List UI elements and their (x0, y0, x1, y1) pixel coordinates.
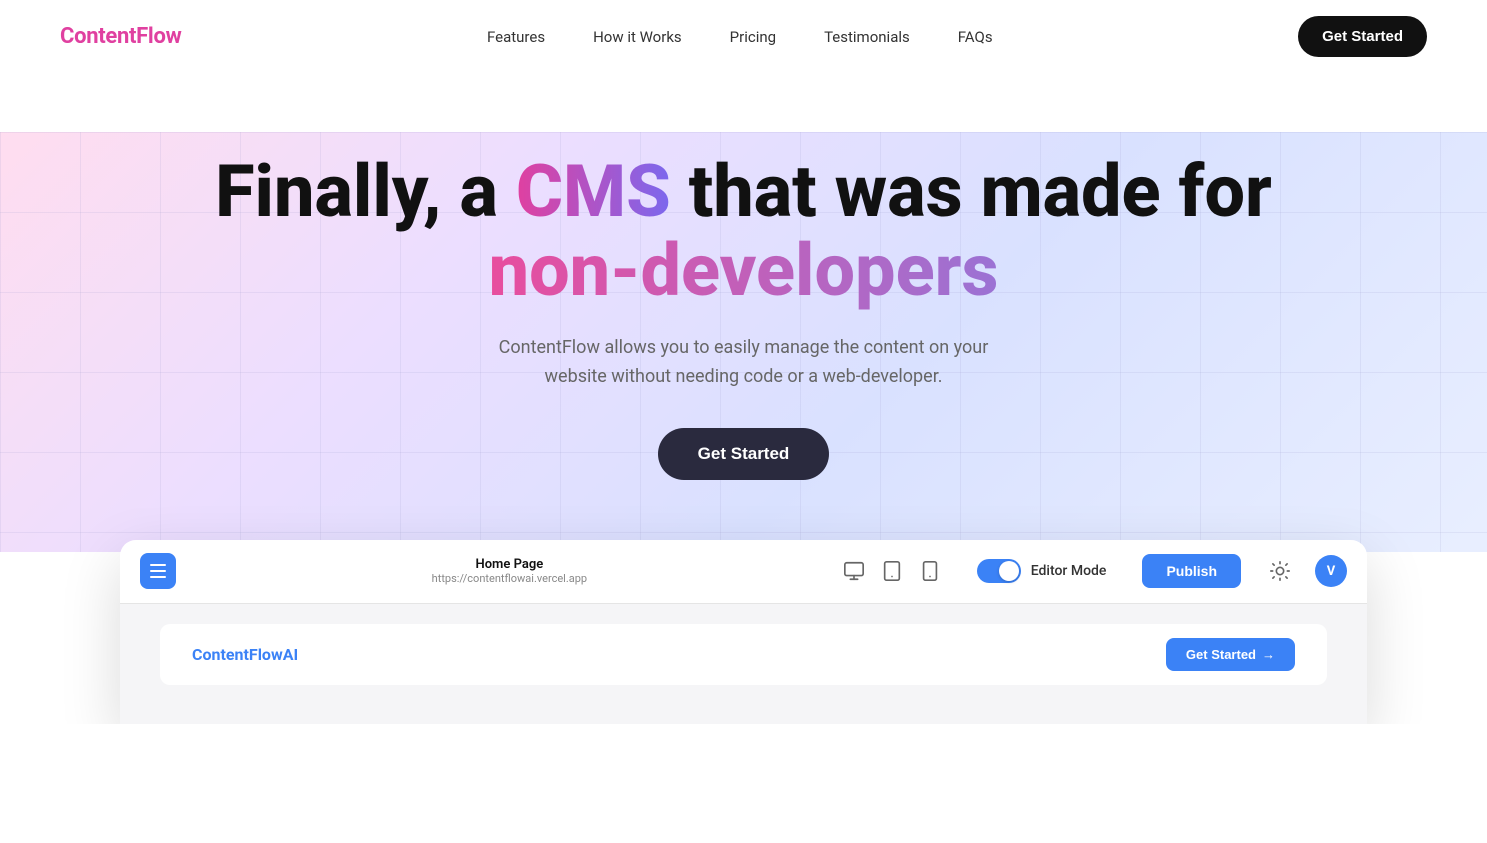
inner-cta-arrow: → (1262, 647, 1275, 662)
hero-title-prefix: Finally, a (215, 149, 516, 234)
navbar: ContentFlow Features How it Works Pricin… (0, 0, 1487, 72)
nav-item-faqs[interactable]: FAQs (958, 28, 993, 46)
inner-logo-highlight: AI (283, 645, 298, 664)
inner-cta-button[interactable]: Get Started → (1166, 638, 1295, 671)
mobile-icon[interactable] (919, 560, 941, 582)
hero-section: Finally, a CMS that was made for non-dev… (0, 72, 1487, 724)
nav-item-testimonials[interactable]: Testimonials (824, 28, 910, 46)
cms-toolbar: Home Page https://contentflowai.vercel.a… (120, 540, 1367, 604)
desktop-icon[interactable] (843, 560, 865, 582)
hero-content: Finally, a CMS that was made for non-dev… (0, 152, 1487, 540)
logo-text: Content (60, 24, 136, 49)
nav-item-features[interactable]: Features (487, 28, 545, 46)
hamburger-icon (150, 564, 166, 578)
logo[interactable]: ContentFlow (60, 24, 181, 49)
navbar-cta-button[interactable]: Get Started (1298, 16, 1427, 57)
nav-item-how-it-works[interactable]: How it Works (593, 28, 682, 46)
inner-logo: ContentFlowAI (192, 645, 298, 664)
publish-button[interactable]: Publish (1142, 554, 1241, 588)
toolbar-devices (843, 560, 941, 582)
hero-cta-button[interactable]: Get Started (658, 428, 830, 480)
theme-icon[interactable] (1269, 560, 1291, 582)
toolbar-menu-button[interactable] (140, 553, 176, 589)
toolbar-editor-mode: Editor Mode (977, 559, 1107, 583)
hero-title-cms: CMS (516, 149, 671, 234)
nav-item-pricing[interactable]: Pricing (730, 28, 776, 46)
editor-mode-label: Editor Mode (1031, 563, 1107, 579)
toolbar-page-url: https://contentflowai.vercel.app (192, 572, 827, 585)
cms-inner-website: ContentFlowAI Get Started → (120, 604, 1367, 724)
editor-mode-toggle[interactable] (977, 559, 1021, 583)
hero-subtitle: ContentFlow allows you to easily manage … (484, 334, 1004, 392)
hero-title-nondev: non-developers (489, 228, 999, 313)
toolbar-page-title: Home Page (192, 557, 827, 572)
hero-title-middle: that was made for (671, 149, 1272, 234)
inner-logo-text: ContentFlow (192, 645, 283, 664)
nav-links: Features How it Works Pricing Testimonia… (487, 27, 993, 46)
inner-cta-label: Get Started (1186, 647, 1256, 662)
tablet-icon[interactable] (881, 560, 903, 582)
hero-title: Finally, a CMS that was made for non-dev… (0, 152, 1487, 310)
toolbar-avatar[interactable]: V (1315, 555, 1347, 587)
cms-preview: Home Page https://contentflowai.vercel.a… (120, 540, 1367, 724)
inner-navbar: ContentFlowAI Get Started → (160, 624, 1327, 685)
logo-highlight: Flow (136, 24, 181, 49)
toolbar-page-info: Home Page https://contentflowai.vercel.a… (192, 557, 827, 585)
